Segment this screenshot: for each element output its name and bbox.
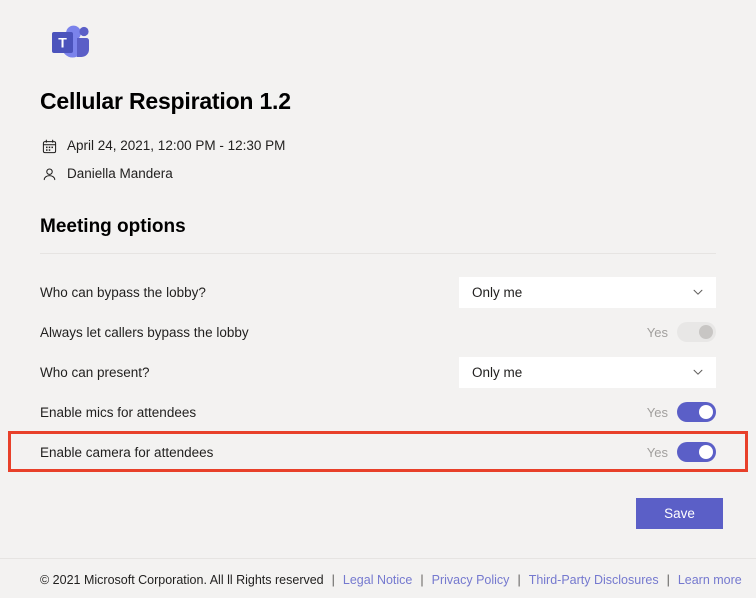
copyright-text: © 2021 Microsoft Corporation. All ll Rig…	[40, 573, 324, 587]
option-row-who-can-present: Who can present? Only me	[0, 352, 756, 392]
enable-camera-for-attendees-toggle[interactable]	[677, 442, 716, 462]
save-button[interactable]: Save	[636, 498, 723, 529]
person-icon-svg	[43, 167, 55, 180]
chevron-down-icon	[691, 365, 705, 379]
footer-link-legal-notice[interactable]: Legal Notice	[343, 573, 413, 587]
footer-link-learn-more[interactable]: Learn more	[678, 573, 742, 587]
option-row-who-can-bypass-lobby: Who can bypass the lobby? Only me	[0, 272, 756, 312]
who-can-present-dropdown[interactable]: Only me	[459, 356, 716, 388]
toggle-state-label: Yes	[646, 444, 668, 460]
enable-mics-for-attendees-toggle-wrap: Yes	[647, 402, 716, 422]
toggle-knob	[699, 405, 713, 419]
always-let-callers-bypass-lobby-toggle-wrap: Yes	[647, 322, 716, 342]
footer-separator: |	[331, 573, 335, 587]
option-row-enable-camera-for-attendees: Enable camera for attendees Yes	[0, 432, 756, 472]
footer-link-third-party-disclosures[interactable]: Third-Party Disclosures	[529, 573, 659, 587]
option-row-always-let-callers-bypass-lobby: Always let callers bypass the lobby Yes	[0, 312, 756, 352]
meeting-organizer-row: Daniella Mandera	[40, 165, 173, 183]
option-label: Enable mics for attendees	[40, 404, 197, 420]
chevron-down-icon	[691, 285, 705, 299]
option-label: Who can present?	[40, 364, 150, 380]
calendar-icon-svg	[42, 139, 56, 153]
chevron-down-icon-svg	[693, 289, 703, 295]
meeting-date-row: April 24, 2021, 12:00 PM - 12:30 PM	[40, 137, 285, 155]
enable-camera-for-attendees-toggle-wrap: Yes	[647, 442, 716, 462]
page-title: Cellular Respiration 1.2	[40, 88, 291, 114]
option-row-enable-mics-for-attendees: Enable mics for attendees Yes	[0, 392, 756, 432]
toggle-knob	[699, 445, 713, 459]
meeting-date: April 24, 2021, 12:00 PM - 12:30 PM	[67, 138, 286, 153]
dropdown-selected-value: Only me	[472, 364, 523, 380]
option-label: Always let callers bypass the lobby	[40, 324, 249, 340]
toggle-knob	[699, 325, 713, 339]
teams-logo-svg: T	[52, 25, 89, 58]
footer: © 2021 Microsoft Corporation. All ll Rig…	[40, 573, 742, 587]
meeting-options-page: T Cellular Respiration 1.2 April 24, 202…	[0, 0, 756, 598]
footer-separator: |	[517, 573, 521, 587]
footer-divider	[0, 558, 756, 559]
who-can-bypass-lobby-dropdown[interactable]: Only me	[459, 276, 716, 308]
enable-mics-for-attendees-toggle[interactable]	[677, 402, 716, 422]
toggle-state-label: Yes	[646, 324, 668, 340]
toggle-state-label: Yes	[646, 404, 668, 420]
option-label: Enable camera for attendees	[40, 444, 214, 460]
person-icon	[40, 165, 58, 183]
footer-separator: |	[666, 573, 670, 587]
footer-separator: |	[420, 573, 424, 587]
meeting-options-list: Who can bypass the lobby? Only me Always…	[0, 272, 756, 472]
section-heading: Meeting options	[40, 216, 186, 237]
meeting-organizer: Daniella Mandera	[67, 166, 173, 181]
dropdown-selected-value: Only me	[472, 284, 523, 300]
chevron-down-icon-svg	[693, 369, 703, 375]
always-let-callers-bypass-lobby-toggle	[677, 322, 716, 342]
option-label: Who can bypass the lobby?	[40, 284, 206, 300]
footer-link-privacy-policy[interactable]: Privacy Policy	[432, 573, 510, 587]
calendar-icon	[40, 137, 58, 155]
microsoft-teams-logo: T	[46, 22, 92, 62]
svg-text:T: T	[58, 35, 67, 51]
section-divider	[40, 253, 716, 254]
